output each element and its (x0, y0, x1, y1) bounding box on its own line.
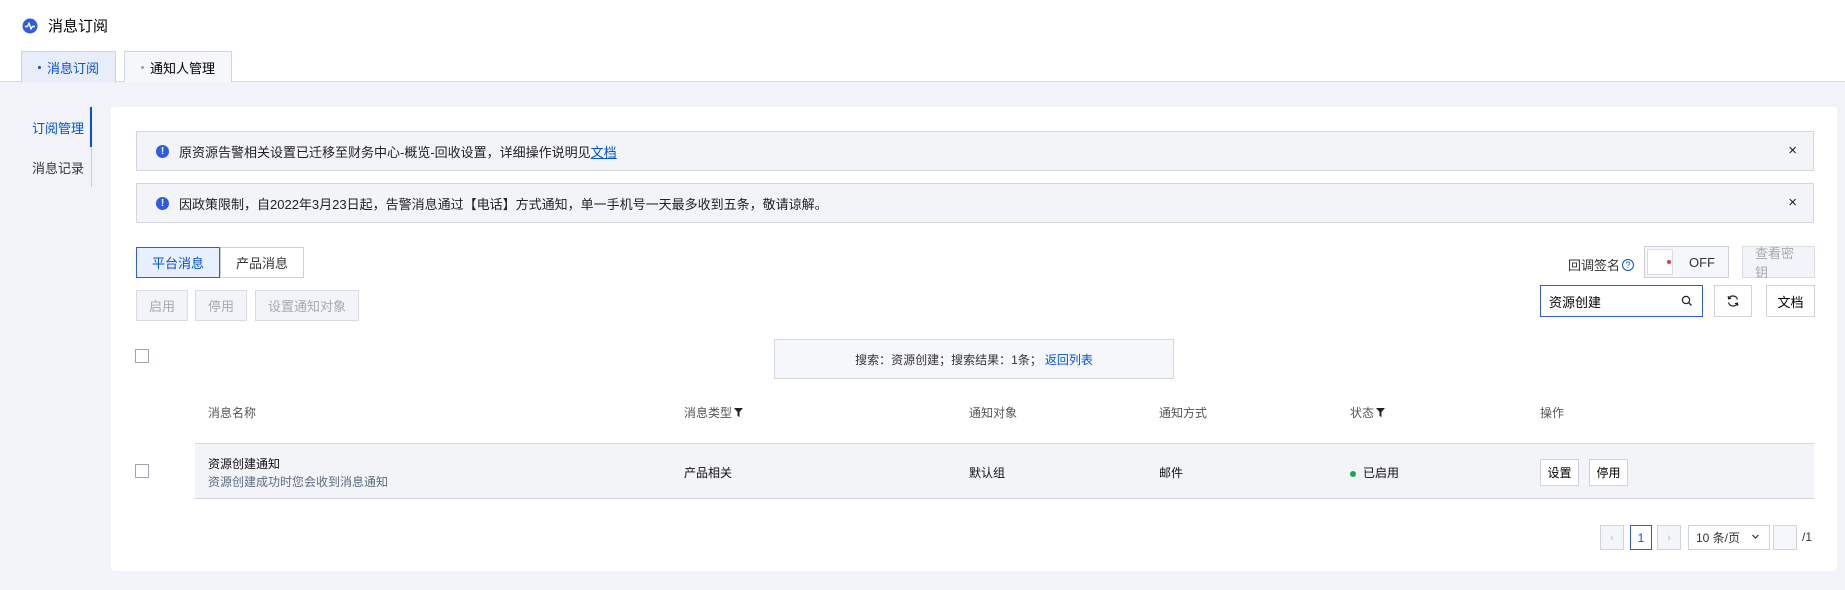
column-header-label: 消息名称 (208, 406, 257, 420)
refresh-button[interactable] (1714, 285, 1752, 317)
column-header-label: 消息类型 (684, 406, 733, 420)
toggle-state: OFF (1689, 254, 1715, 270)
main-panel: ! 原资源告警相关设置已迁移至财务中心-概览-回收设置，详细操作说明见 文档 × … (111, 107, 1837, 571)
top-bar: 消息订阅 消息订阅 通知人管理 (0, 0, 1845, 83)
message-type: 产品相关 (684, 466, 733, 480)
column-header-actions: 操作 (1540, 404, 1564, 421)
column-header-method: 通知方式 (1159, 404, 1207, 421)
page-title: 消息订阅 (48, 18, 109, 35)
status-dot-icon (1350, 470, 1356, 477)
tab-label: 通知人管理 (150, 60, 216, 76)
prev-page-button[interactable]: ‹ (1600, 525, 1624, 550)
product-messages-button[interactable]: 产品消息 (220, 247, 305, 278)
alert-text: 原资源告警相关设置已迁移至财务中心-概览-回收设置，详细操作说明见 (179, 144, 591, 160)
page-jump-input[interactable] (1773, 525, 1797, 550)
sidebar-item-subscription-management[interactable]: 订阅管理 (26, 107, 92, 147)
enable-button[interactable]: 启用 (136, 290, 189, 321)
status-badge: 已启用 (1350, 464, 1399, 481)
page-number-button[interactable]: 1 (1630, 525, 1652, 550)
search-icon[interactable] (1681, 295, 1693, 307)
column-header-label: 通知方式 (1159, 406, 1208, 420)
column-header-name: 消息名称 (208, 404, 256, 421)
next-page-button[interactable]: › (1657, 525, 1681, 550)
column-header-label: 状态 (1350, 406, 1375, 420)
notify-target: 默认组 (969, 466, 1006, 480)
tab-subscriptions[interactable]: 消息订阅 (21, 51, 117, 83)
message-name: 资源创建通知 (208, 457, 281, 471)
migration-notice: ! 原资源告警相关设置已迁移至财务中心-概览-回收设置，详细操作说明见 文档 × (136, 131, 1814, 171)
info-icon: ! (156, 144, 169, 158)
row-disable-button[interactable]: 停用 (1589, 459, 1628, 486)
column-header-target: 通知对象 (969, 404, 1017, 421)
docs-link[interactable]: 文档 (591, 142, 617, 161)
search-input[interactable] (1549, 293, 1679, 309)
search-result-text: 搜索：资源创建；搜索结果：1条； (855, 352, 1042, 367)
tab-recipients[interactable]: 通知人管理 (124, 51, 233, 82)
app-header: 消息订阅 (22, 15, 108, 36)
total-pages: /1 (1802, 530, 1813, 544)
table-row: 资源创建通知 资源创建成功时您会收到消息通知 产品相关 默认组 邮件 已启用 设… (195, 443, 1814, 499)
settings-button[interactable]: 设置 (1540, 459, 1579, 486)
set-notify-target-button[interactable]: 设置通知对象 (255, 290, 360, 321)
policy-notice: ! 因政策限制，自2022年3月23日起，告警消息通过【电话】方式通知，单一手机… (136, 183, 1814, 223)
column-header-type: 消息类型 (684, 404, 744, 421)
page-size-select[interactable]: 10 条/页 (1688, 525, 1770, 550)
alert-text: 因政策限制，自2022年3月23日起，告警消息通过【电话】方式通知，单一手机号一… (179, 196, 828, 212)
disable-button[interactable]: 停用 (195, 290, 248, 321)
platform-messages-button[interactable]: 平台消息 (136, 247, 221, 278)
close-icon[interactable]: × (1788, 143, 1797, 159)
message-category-switch: 平台消息 产品消息 (136, 247, 305, 278)
tab-dot-icon (141, 65, 145, 69)
status-text: 已启用 (1363, 466, 1400, 480)
chevron-down-icon (1752, 534, 1759, 539)
column-header-label: 通知对象 (969, 406, 1018, 420)
close-icon[interactable]: × (1788, 195, 1797, 211)
sidebar-item-message-records[interactable]: 消息记录 (26, 147, 92, 187)
column-header-label: 操作 (1540, 406, 1565, 420)
refresh-icon (1727, 295, 1739, 307)
info-icon: ! (156, 196, 169, 210)
select-all-checkbox[interactable] (135, 349, 149, 363)
docs-button[interactable]: 文档 (1766, 285, 1815, 317)
top-tabs: 消息订阅 通知人管理 (21, 51, 233, 83)
filter-icon[interactable] (734, 408, 744, 417)
help-icon[interactable]: ? (1622, 258, 1635, 271)
search-box (1540, 285, 1703, 317)
callback-signature-text: 回调签名 (1568, 258, 1621, 273)
toggle-knob (1647, 249, 1673, 275)
tab-label: 消息订阅 (47, 61, 100, 76)
tab-dot-icon (38, 66, 41, 69)
search-result-banner: 搜索：资源创建；搜索结果：1条； 返回列表 (774, 339, 1174, 379)
back-to-list-link[interactable]: 返回列表 (1045, 351, 1093, 368)
message-description: 资源创建成功时您会收到消息通知 (208, 475, 389, 489)
notify-method: 邮件 (1159, 466, 1184, 480)
callback-signature-toggle[interactable]: OFF (1644, 246, 1729, 278)
callback-signature-label: 回调签名 ? (1568, 255, 1635, 274)
row-checkbox[interactable] (135, 464, 149, 478)
column-header-status: 状态 (1350, 404, 1386, 421)
view-key-button[interactable]: 查看密钥 (1742, 246, 1815, 280)
side-nav: 订阅管理 消息记录 (26, 107, 92, 187)
app-logo-icon (22, 18, 38, 33)
page-size-value: 10 条/页 (1696, 531, 1741, 545)
filter-icon[interactable] (1376, 408, 1386, 417)
